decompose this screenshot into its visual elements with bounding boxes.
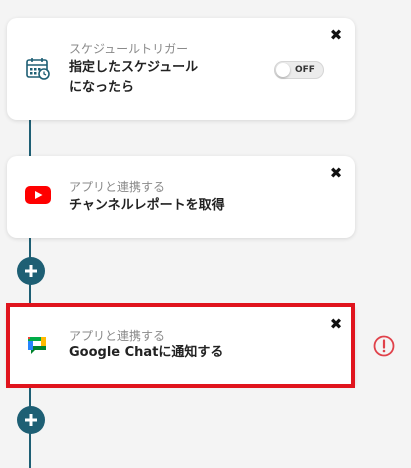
add-step-button[interactable] — [17, 257, 45, 285]
step-title-line2: になったら — [69, 80, 135, 95]
toggle-knob — [276, 63, 290, 77]
step-card-youtube[interactable]: アプリと連携する チャンネルレポートを取得 ✖ — [7, 156, 355, 238]
connector-line — [29, 120, 31, 156]
step-subtitle: スケジュールトリガー — [69, 42, 189, 56]
toggle-label: OFF — [295, 65, 315, 75]
step-card-schedule-trigger[interactable]: スケジュールトリガー 指定したスケジュール になったら OFF ✖ — [7, 18, 355, 120]
youtube-icon — [25, 186, 51, 204]
close-icon[interactable]: ✖ — [329, 28, 343, 43]
step-title: チャンネルレポートを取得 — [69, 198, 225, 213]
add-step-button[interactable] — [17, 406, 45, 434]
highlight-frame — [6, 303, 355, 388]
trigger-toggle[interactable]: OFF — [274, 61, 324, 79]
workflow-canvas: スケジュールトリガー 指定したスケジュール になったら OFF ✖ アプリと連携… — [0, 0, 411, 468]
step-title-line1: 指定したスケジュール — [69, 60, 199, 75]
warning-icon[interactable] — [373, 335, 395, 357]
calendar-clock-icon — [25, 56, 51, 82]
close-icon[interactable]: ✖ — [329, 166, 343, 181]
step-subtitle: アプリと連携する — [69, 180, 166, 194]
